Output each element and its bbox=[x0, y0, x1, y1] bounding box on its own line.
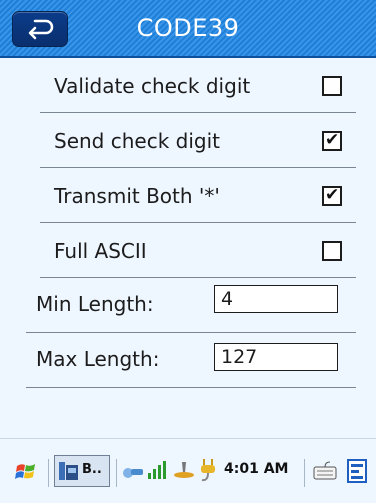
windows-flag-icon[interactable] bbox=[14, 459, 40, 489]
checkmark-icon: ✔ bbox=[325, 185, 340, 205]
min-length-label: Min Length: bbox=[36, 292, 154, 316]
taskbar-separator bbox=[116, 459, 117, 487]
running-app-button[interactable]: B.. bbox=[54, 455, 110, 487]
min-length-row: Min Length: 4 bbox=[26, 278, 356, 333]
full-ascii-checkbox[interactable] bbox=[322, 241, 342, 261]
settings-panel: Validate check digit Send check digit ✔ … bbox=[0, 58, 376, 438]
connectivity-icon[interactable] bbox=[122, 461, 144, 485]
setting-row-validate-check-digit[interactable]: Validate check digit bbox=[40, 58, 356, 113]
max-length-input[interactable]: 127 bbox=[214, 343, 338, 371]
taskbar-separator bbox=[48, 459, 49, 487]
max-length-label: Max Length: bbox=[36, 347, 160, 371]
volume-icon[interactable] bbox=[172, 459, 196, 485]
clock-time[interactable]: 4:01 AM bbox=[224, 461, 288, 477]
setting-label: Full ASCII bbox=[54, 239, 147, 263]
max-length-row: Max Length: 127 bbox=[26, 333, 356, 388]
title-bar: CODE39 bbox=[0, 0, 376, 58]
setting-label: Send check digit bbox=[54, 129, 220, 153]
setting-row-transmit-both[interactable]: Transmit Both '*' ✔ bbox=[40, 168, 356, 223]
taskbar: B.. 4:01 AM bbox=[0, 438, 376, 503]
signal-strength-icon[interactable] bbox=[146, 459, 168, 485]
checkmark-icon: ✔ bbox=[325, 130, 340, 150]
app-window-icon bbox=[59, 462, 78, 480]
taskbar-separator bbox=[304, 459, 305, 487]
validate-check-digit-checkbox[interactable] bbox=[322, 76, 342, 96]
setting-row-full-ascii[interactable]: Full ASCII bbox=[40, 223, 356, 278]
page-title: CODE39 bbox=[136, 14, 240, 42]
keyboard-icon[interactable] bbox=[312, 459, 338, 487]
input-panel-toggle-icon[interactable] bbox=[346, 457, 370, 485]
app-button-label: B.. bbox=[82, 462, 102, 477]
min-length-input[interactable]: 4 bbox=[214, 285, 338, 313]
setting-row-send-check-digit[interactable]: Send check digit ✔ bbox=[40, 113, 356, 168]
setting-label: Transmit Both '*' bbox=[54, 184, 220, 208]
transmit-both-checkbox[interactable]: ✔ bbox=[322, 185, 342, 206]
send-check-digit-checkbox[interactable]: ✔ bbox=[322, 130, 342, 151]
setting-label: Validate check digit bbox=[54, 74, 251, 98]
power-plug-icon[interactable] bbox=[198, 457, 220, 487]
